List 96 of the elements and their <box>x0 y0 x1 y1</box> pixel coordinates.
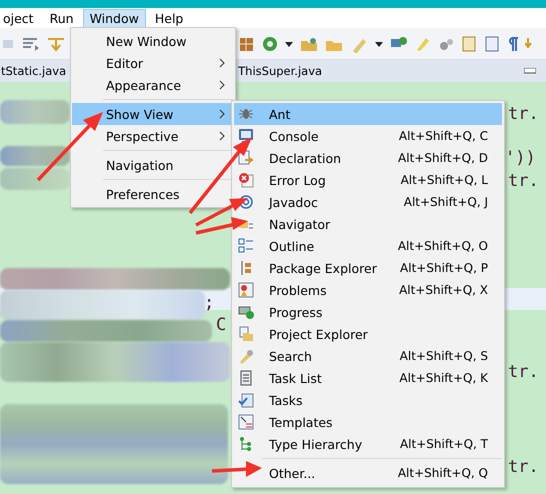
chevron-icon <box>219 109 225 119</box>
shortcut-text: Alt+Shift+Q, X <box>399 283 488 297</box>
shortcut-text: Alt+Shift+Q, L <box>400 173 488 187</box>
code-text: tr. <box>508 362 539 382</box>
menu-item[interactable]: Show View <box>72 103 234 125</box>
blurred-text <box>0 146 70 166</box>
menu-item[interactable]: Problems Alt+Shift+Q, X <box>234 279 502 301</box>
clipboard-icon <box>238 370 254 386</box>
menu-item-label: Perspective <box>106 128 178 144</box>
menu-item[interactable]: Search Alt+Shift+Q, S <box>234 345 502 367</box>
menu-item-label: Search <box>269 348 313 364</box>
menu-bar-item[interactable]: Window <box>82 8 146 28</box>
shortcut-text: Alt+Shift+Q, Q <box>398 466 488 480</box>
code-text: ; <box>204 293 214 313</box>
menu-item-label: Templates <box>269 414 334 430</box>
editor-tab[interactable]: tStatic.java <box>0 64 68 78</box>
menu-item[interactable]: Task List Alt+Shift+Q, K <box>234 367 502 389</box>
annotation-arrow <box>212 461 262 477</box>
menu-item-label: Editor <box>106 56 143 70</box>
document-icon[interactable] <box>483 34 501 52</box>
menu-item-label: Task List <box>269 370 323 386</box>
menu-item-label: Javadoc <box>269 194 319 210</box>
menu-item[interactable]: Package Explorer Alt+Shift+Q, P <box>234 257 502 279</box>
shortcut-text: Alt+Shift+Q, J <box>404 195 488 209</box>
menu-item-label: Package Explorer <box>269 260 378 276</box>
code-text: C <box>216 315 226 335</box>
chevron-icon <box>219 80 225 90</box>
code-text: tr. <box>508 171 539 191</box>
hierarchy-icon <box>238 436 254 452</box>
editor-tab[interactable]: ThisSuper.java <box>237 64 324 78</box>
menu-item[interactable]: Appearance <box>72 74 234 96</box>
menu-item-label: Outline <box>269 238 316 254</box>
refresh-icon[interactable] <box>261 34 279 52</box>
error-icon <box>238 172 254 188</box>
menu-item-label: Other... <box>269 466 316 480</box>
menu-item-label: Problems <box>269 282 328 298</box>
code-text: ')) <box>505 148 536 168</box>
bug-icon <box>238 106 254 122</box>
menu-item-label: Navigation <box>106 158 174 172</box>
annotation-arrow <box>36 112 103 182</box>
template-icon <box>238 414 254 430</box>
at-sign-icon <box>238 194 254 210</box>
menu-item[interactable]: Outline Alt+Shift+Q, O <box>234 235 502 257</box>
progress-icon <box>238 304 254 320</box>
shortcut-text: Alt+Shift+Q, C <box>398 129 488 143</box>
minimize-icon[interactable] <box>524 68 536 74</box>
menu-item-label: Console <box>269 128 320 144</box>
blurred-text <box>0 168 70 190</box>
menu-bar-item[interactable]: Run <box>42 8 81 28</box>
menu-item-label: Tasks <box>269 392 304 408</box>
menu-item[interactable]: Perspective <box>72 125 234 147</box>
chevron-icon <box>219 58 225 68</box>
menu-item[interactable]: Editor <box>72 52 234 74</box>
menu-item-label: Type Hierarchy <box>269 436 364 452</box>
checklist-icon <box>238 392 254 408</box>
shortcut-text: Alt+Shift+Q, T <box>400 437 488 451</box>
menu-item[interactable]: Navigation <box>72 154 234 176</box>
menu-item[interactable]: Project Explorer <box>234 323 502 345</box>
menu-item-label: Progress <box>269 304 324 320</box>
menu-bar-item[interactable]: oject <box>0 8 41 28</box>
menu-item[interactable]: Templates <box>234 411 502 433</box>
shortcut-text: Alt+Shift+Q, D <box>398 151 488 165</box>
menu-item[interactable]: Type Hierarchy Alt+Shift+Q, T <box>234 433 502 455</box>
menu-item-label: Error Log <box>269 172 327 188</box>
code-text: tr. <box>508 457 539 477</box>
menu-item[interactable]: Ant <box>234 103 502 125</box>
menu-item[interactable]: Javadoc Alt+Shift+Q, J <box>234 191 502 213</box>
menu-item-label: Preferences <box>106 186 180 202</box>
pilcrow-icon[interactable] <box>506 34 520 52</box>
blurred-text <box>0 100 70 124</box>
menu-item-label: Ant <box>269 106 292 122</box>
menu-item[interactable]: Preferences <box>72 183 234 205</box>
menu-item[interactable]: Progress <box>234 301 502 323</box>
menu-item-label: Navigator <box>269 216 332 232</box>
shortcut-text: Alt+Shift+Q, K <box>399 371 488 385</box>
menu-item-label: Project Explorer <box>269 326 369 342</box>
chevron-icon <box>219 131 225 141</box>
folder-document-icon <box>238 326 254 342</box>
monitor-icon <box>238 128 254 144</box>
code-text: tr. <box>508 104 539 124</box>
menu-item-label: Appearance <box>106 78 182 92</box>
menu-item[interactable]: Tasks <box>234 389 502 411</box>
document-icon[interactable] <box>460 34 478 52</box>
outline-icon <box>238 238 254 254</box>
menu-bar-item[interactable]: Help <box>148 8 190 28</box>
shortcut-text: Alt+Shift+Q, O <box>398 239 488 253</box>
menu-item-label: New Window <box>106 34 187 48</box>
menu-item[interactable]: Error Log Alt+Shift+Q, L <box>234 169 502 191</box>
menu-item-label: Declaration <box>269 150 342 166</box>
menu-item[interactable]: New Window <box>72 30 234 52</box>
problems-icon <box>238 282 254 298</box>
shortcut-text: Alt+Shift+Q, P <box>400 261 488 275</box>
shortcut-text: Alt+Shift+Q, S <box>400 349 488 363</box>
flashlight-icon <box>238 348 254 364</box>
menu-item-label: Show View <box>106 106 174 122</box>
menu-item[interactable]: Other... Alt+Shift+Q, Q <box>234 462 502 484</box>
